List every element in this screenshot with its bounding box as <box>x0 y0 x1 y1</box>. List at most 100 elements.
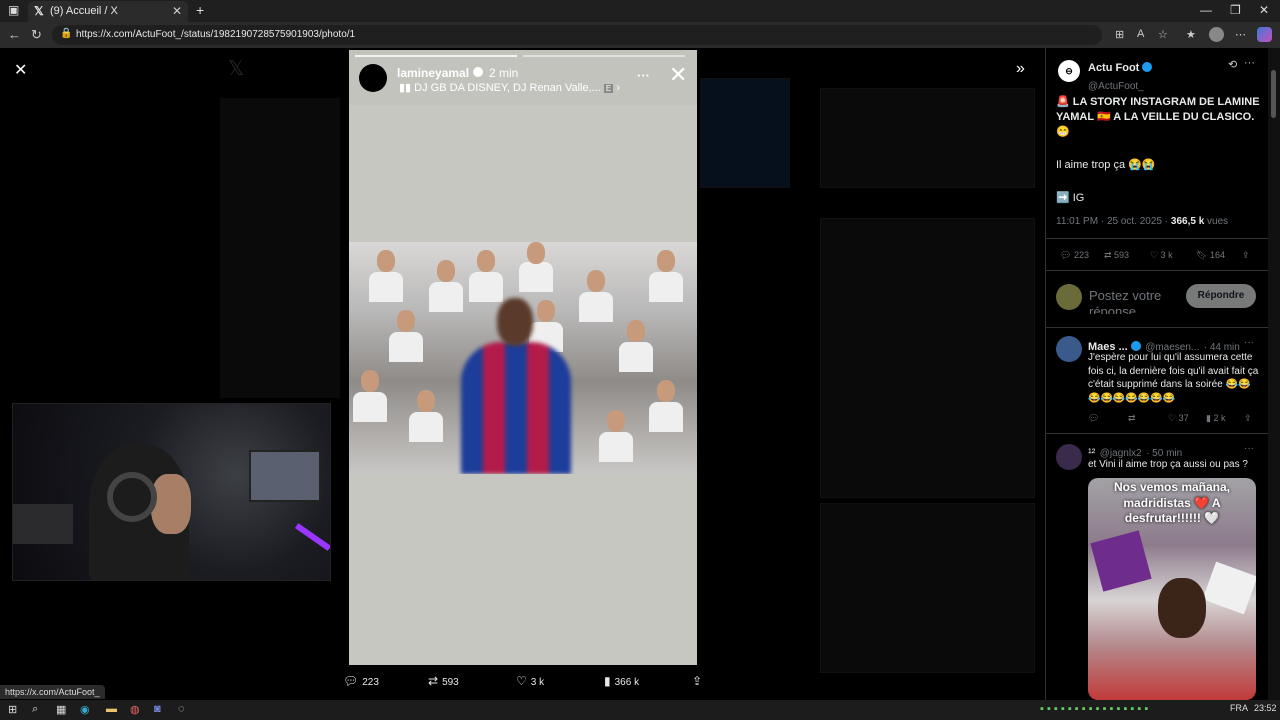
browser-tab-bar: ▣ 𝕏 (9) Accueil / X ✕ + — ❐ ✕ <box>0 0 1280 22</box>
reply2-image-caption: Nos vemos mañana, madridistas ❤️ A desfr… <box>1113 480 1231 526</box>
favorite-star-icon[interactable]: ☆ <box>1158 28 1168 41</box>
close-viewer-icon[interactable]: ✕ <box>14 60 27 80</box>
tweet-text-source: ➡️ IG <box>1056 192 1085 204</box>
obs-icon[interactable]: ◌ <box>178 703 185 715</box>
repost-action[interactable]: ⇄ 593 <box>428 674 459 688</box>
reply1-avatar[interactable] <box>1056 336 1082 362</box>
grok-icon[interactable]: ⟲ <box>1228 58 1237 71</box>
player-head <box>497 298 533 346</box>
tweet-bookmark-button[interactable]: 🔖︎ 164 <box>1196 250 1225 261</box>
x-logo-icon: 𝕏 <box>34 4 44 18</box>
tweet-text-headline: 🚨 LA STORY INSTAGRAM DE LAMINE YAMAL 🇪🇸 … <box>1056 96 1260 138</box>
reply1-like-button[interactable]: ♡ 37 <box>1168 413 1189 424</box>
tab-actions-icon[interactable]: ▣ <box>8 3 19 17</box>
chrome-icon[interactable]: ◍ <box>130 703 140 716</box>
reply-count: 223 <box>362 677 379 688</box>
tweet-reply-count: 223 <box>1073 250 1089 260</box>
story-image[interactable]: lamineyamal 2 min ▮▮ DJ GB DA DISNEY, DJ… <box>349 50 697 665</box>
views-count: 366 k <box>614 677 640 688</box>
story-progress-2 <box>523 55 685 57</box>
like-count: 3 k <box>530 677 545 688</box>
start-icon[interactable]: ⊞ <box>8 703 17 716</box>
reply1-views-button[interactable]: ▮ 2 k <box>1206 413 1225 424</box>
bg-nav-menu <box>220 98 340 398</box>
crowd-photo <box>349 242 697 474</box>
reply-action[interactable]: 💬︎ 223 <box>343 674 379 688</box>
tweet-like-button[interactable]: ♡ 3 k <box>1150 250 1173 261</box>
refresh-icon[interactable]: ↻ <box>31 27 42 43</box>
back-icon[interactable]: ← <box>8 27 21 42</box>
language-indicator[interactable]: FRA <box>1230 703 1248 713</box>
read-aloud-icon[interactable]: A <box>1137 28 1144 40</box>
profile-avatar[interactable] <box>1209 27 1224 42</box>
window-close-icon[interactable]: ✕ <box>1259 3 1269 17</box>
status-link: https://x.com/ActuFoot_ <box>0 685 105 699</box>
taskbar: ⊞ ⌕ ▦ ◉ ▬ ◍ ◙ ◌ ▪ ▪ ▪ ▪ ▪ ▪ ▪ ▪ ▪ ▪ ▪ ▪ … <box>0 700 1280 720</box>
story-music: ▮▮ DJ GB DA DISNEY, DJ Renan Valle,... E… <box>399 81 620 94</box>
discord-icon[interactable]: ◙ <box>154 703 161 715</box>
tweet-more-icon[interactable]: ··· <box>1244 57 1255 69</box>
share-action[interactable]: ⇪ <box>692 674 706 688</box>
url-text: https://x.com/ActuFoot_/status/198219072… <box>76 29 356 40</box>
verified-icon <box>1130 341 1141 351</box>
like-action[interactable]: ♡ 3 k <box>516 674 544 688</box>
reply-icon: 💬︎ <box>343 674 359 688</box>
reply1-more-icon[interactable]: ··· <box>1244 337 1254 348</box>
file-explorer-icon[interactable]: ▬ <box>106 703 117 715</box>
tab-title: (9) Accueil / X <box>50 5 118 17</box>
reply1-views-count: 2 k <box>1213 413 1226 423</box>
views-action[interactable]: ▮ 366 k <box>604 674 639 688</box>
edge-icon[interactable]: ◉ <box>80 703 90 716</box>
search-icon[interactable]: ⌕ <box>32 703 38 716</box>
reply1-reply-icon[interactable]: 💬︎ <box>1088 413 1099 424</box>
tray-icons[interactable]: ▪ ▪ ▪ ▪ ▪ ▪ ▪ ▪ ▪ ▪ ▪ ▪ ▪ ▪ ▪ ▪ <box>1040 703 1148 715</box>
url-field[interactable]: 🔒 https://x.com/ActuFoot_/status/1982190… <box>52 25 1102 45</box>
clock[interactable]: 23:52 <box>1254 703 1277 713</box>
favorites-icon[interactable]: ★ <box>1186 28 1196 41</box>
story-close-icon[interactable]: ✕ <box>669 64 687 86</box>
author-avatar[interactable]: ⊖ <box>1058 60 1080 82</box>
reply2-text: et Vini il aime trop ça aussi ou pas ? <box>1088 459 1248 470</box>
tweet-share-button[interactable]: ⇪ <box>1242 250 1250 261</box>
repost-icon: ⇄ <box>428 674 439 688</box>
tweet-bookmark-count: 164 <box>1209 250 1225 260</box>
tweet-repost-count: 593 <box>1114 250 1130 260</box>
lock-icon: 🔒 <box>60 28 73 39</box>
bg-media-block <box>700 78 790 188</box>
story-progress-1 <box>355 55 517 57</box>
expand-sidebar-icon[interactable]: » <box>1016 60 1025 78</box>
reply1-share-icon[interactable]: ⇪ <box>1244 413 1252 424</box>
tweet-reply-button[interactable]: 💬︎ 223 <box>1060 250 1089 261</box>
new-tab-button[interactable]: + <box>196 2 204 18</box>
author-info[interactable]: Actu Foot @ActuFoot_ <box>1088 58 1153 94</box>
music-icon: ▮▮ <box>399 82 415 94</box>
reply2-more-icon[interactable]: ··· <box>1244 443 1254 454</box>
tweet-sidebar: ⊖ Actu Foot @ActuFoot_ ⟲ ··· 🚨 LA STORY … <box>1045 48 1268 700</box>
my-avatar <box>1056 284 1082 310</box>
more-icon[interactable]: ⋯ <box>1235 28 1246 41</box>
heart-icon: ♡ <box>516 674 527 688</box>
tweet-meta: 11:01 PM · 25 oct. 2025 · 366,5 k vues <box>1056 216 1228 227</box>
reply2-image[interactable]: Nos vemos mañana, madridistas ❤️ A desfr… <box>1088 478 1256 700</box>
browser-tab[interactable]: 𝕏 (9) Accueil / X ✕ <box>28 1 188 22</box>
reply-submit-button[interactable]: Répondre <box>1186 284 1256 308</box>
address-bar-row: ← ↻ 🔒 https://x.com/ActuFoot_/status/198… <box>0 22 1280 48</box>
reply1-text: J'espère pour lui qu'il assumera cette f… <box>1088 352 1259 404</box>
reply1-repost-icon[interactable]: ⇄ <box>1128 413 1136 424</box>
tweet-text-body: Il aime trop ça 😭😭 <box>1056 159 1156 171</box>
tweet-like-count: 3 k <box>1160 250 1173 260</box>
app-icon[interactable]: ⊞ <box>1115 28 1124 41</box>
reply2-avatar[interactable] <box>1056 444 1082 470</box>
minimize-icon[interactable]: — <box>1200 3 1212 17</box>
copilot-icon[interactable] <box>1257 27 1272 42</box>
sidebar-scrollbar[interactable] <box>1268 48 1280 700</box>
tab-close-icon[interactable]: ✕ <box>172 4 182 18</box>
maximize-icon[interactable]: ❐ <box>1230 3 1241 17</box>
share-icon: ⇪ <box>692 674 703 688</box>
reply-input[interactable]: Postez votre réponse <box>1089 288 1185 314</box>
bg-trending-card <box>820 218 1035 498</box>
story-more-icon[interactable]: ··· <box>637 68 650 83</box>
tweet-repost-button[interactable]: ⇄ 593 <box>1104 250 1129 261</box>
taskview-icon[interactable]: ▦ <box>56 703 66 716</box>
story-username: lamineyamal <box>397 66 470 80</box>
